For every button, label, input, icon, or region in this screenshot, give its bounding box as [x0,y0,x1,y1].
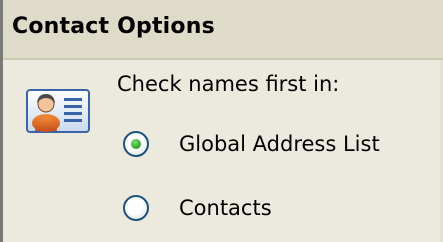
section-title: Contact Options [12,14,215,39]
section-header: Contact Options [3,0,443,60]
radio-selected-dot [131,139,141,149]
check-names-prompt: Check names first in: [117,72,340,96]
option-contacts[interactable]: Contacts [123,190,272,226]
option-label-global-address-list[interactable]: Global Address List [179,132,380,156]
contact-options-panel: Contact Options Check names first in: Gl… [0,0,443,242]
radio-contacts[interactable] [123,195,149,221]
contact-card-icon [26,89,90,133]
option-label-contacts[interactable]: Contacts [179,196,272,220]
radio-global-address-list[interactable] [123,131,149,157]
option-global-address-list[interactable]: Global Address List [123,126,380,162]
